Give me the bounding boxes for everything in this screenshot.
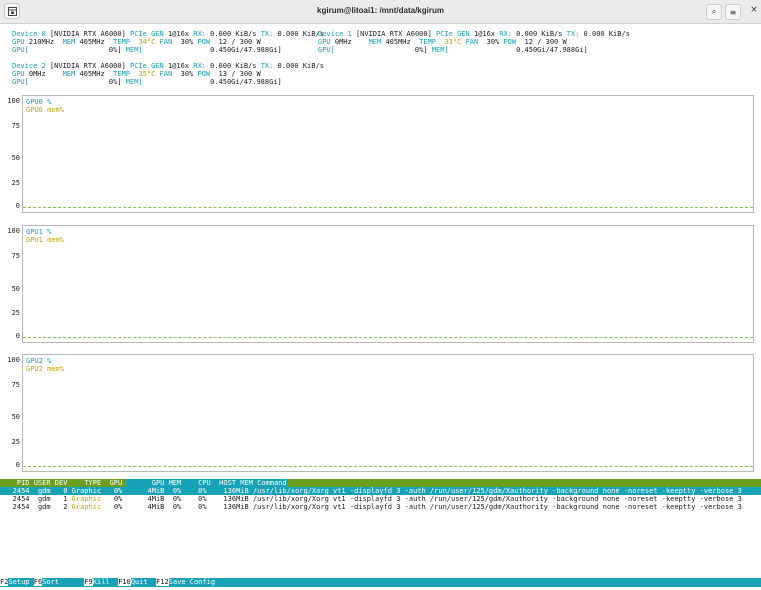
gpu1-ytick-25: 25 <box>11 309 20 317</box>
gpu2-ytick-50: 50 <box>11 413 20 421</box>
gpu0-mem-series-label: GPU0 mem% <box>26 106 64 114</box>
gpu2-chart: GPU2 % GPU2 mem% <box>22 354 754 472</box>
table-row[interactable]: 2454 gdm 0 Graphic 0% 4MiB 0% 0% 136MiB … <box>0 487 761 495</box>
kill-label[interactable]: Kill <box>93 578 118 586</box>
search-button[interactable]: ⌕ <box>706 4 722 20</box>
gpu2-mem-series-label: GPU2 mem% <box>26 365 64 373</box>
window-title: kgirum@litoai1: /mnt/data/kgirum <box>317 6 444 15</box>
gpu1-ytick-100: 100 <box>7 227 20 235</box>
gpu1-ytick-75: 75 <box>11 252 20 260</box>
f12-key[interactable]: F12 <box>156 578 169 586</box>
gpu2-ytick-100: 100 <box>7 356 20 364</box>
window-titlebar: kgirum@litoai1: /mnt/data/kgirum ⌕ ≡ × <box>0 0 761 24</box>
gpu0-ytick-25: 25 <box>11 179 20 187</box>
device0-header: Device 0 [NVIDIA RTX A6000] PCIe GEN 1@1… <box>12 30 329 38</box>
gpu1-ytick-50: 50 <box>11 285 20 293</box>
function-key-bar: F2Setup F6Sort F9Kill F10Quit F12Save Co… <box>0 578 761 587</box>
table-row[interactable]: 2454 gdm 1 Graphic 0% 4MiB 0% 0% 136MiB … <box>0 495 761 503</box>
f6-key[interactable]: F6 <box>33 578 43 586</box>
gpu2-zero-line <box>23 466 753 467</box>
gpu2-ytick-75: 75 <box>11 381 20 389</box>
gpu2-ytick-25: 25 <box>11 438 20 446</box>
sort-label[interactable]: Sort <box>42 578 84 586</box>
menu-button[interactable]: ≡ <box>725 4 741 20</box>
close-button[interactable]: × <box>748 5 760 19</box>
f9-key[interactable]: F9 <box>84 578 93 586</box>
device1-header: Device 1 [NVIDIA RTX A6000] PCIe GEN 1@1… <box>318 30 630 38</box>
close-icon: × <box>750 5 758 15</box>
device0-bars: GPU[ 0%] MEM[ 0.450Gi/47.988Gi] <box>12 46 282 54</box>
gpu0-util-series-label: GPU0 % <box>26 98 52 106</box>
f10-key[interactable]: F10 <box>118 578 131 586</box>
quit-label[interactable]: Quit <box>131 578 156 586</box>
table-row[interactable]: 2454 gdm 2 Graphic 0% 4MiB 0% 0% 136MiB … <box>0 503 761 511</box>
gpu2-util-series-label: GPU2 % <box>26 357 52 365</box>
gpu0-ytick-0: 0 <box>15 202 20 210</box>
device2-bars: GPU[ 0%] MEM[ 0.450Gi/47.988Gi] <box>12 78 282 86</box>
device1-bars: GPU[ 0%] MEM[ 0.450Gi/47.988Gi] <box>318 46 588 54</box>
process-header-left: PID USER DEV TYPE GPU <box>0 479 127 487</box>
gpu1-chart: GPU1 % GPU1 mem% <box>22 225 754 343</box>
device1-stats: GPU 0MHz MEM 405MHz TEMP 33°C FAN 30% PO… <box>318 38 567 46</box>
gpu0-chart-legend: GPU0 % GPU0 mem% <box>26 98 64 114</box>
hamburger-menu-icon: ≡ <box>729 7 737 17</box>
gpu2-ytick-0: 0 <box>15 461 20 469</box>
gpu0-ytick-75: 75 <box>11 122 20 130</box>
gpu0-zero-line <box>23 207 753 208</box>
setup-label[interactable]: Setup <box>8 578 33 586</box>
terminal-area[interactable]: Device 0 [NVIDIA RTX A6000] PCIe GEN 1@1… <box>0 24 761 590</box>
gpu0-chart: GPU0 % GPU0 mem% <box>22 95 754 213</box>
device0-stats: GPU 210MHz MEM 405MHz TEMP 34°C FAN 30% … <box>12 38 261 46</box>
search-icon: ⌕ <box>711 7 717 16</box>
gpu1-chart-legend: GPU1 % GPU1 mem% <box>26 228 64 244</box>
process-table-header: PID USER DEV TYPE GPU GPU MEM CPU HOST M… <box>0 479 761 487</box>
gpu1-ytick-0: 0 <box>15 332 20 340</box>
gpu2-chart-legend: GPU2 % GPU2 mem% <box>26 357 64 373</box>
process-header-right: GPU MEM CPU HOST MEM Command <box>126 479 287 487</box>
gpu0-ytick-50: 50 <box>11 154 20 162</box>
device2-header: Device 2 [NVIDIA RTX A6000] PCIe GEN 1@1… <box>12 62 324 70</box>
gpu1-util-series-label: GPU1 % <box>26 228 52 236</box>
gpu1-zero-line <box>23 337 753 338</box>
save-config-label[interactable]: Save Config <box>169 578 215 586</box>
gpu0-ytick-100: 100 <box>7 97 20 105</box>
device2-stats: GPU 0MHz MEM 405MHz TEMP 35°C FAN 30% PO… <box>12 70 261 78</box>
gpu1-mem-series-label: GPU1 mem% <box>26 236 64 244</box>
